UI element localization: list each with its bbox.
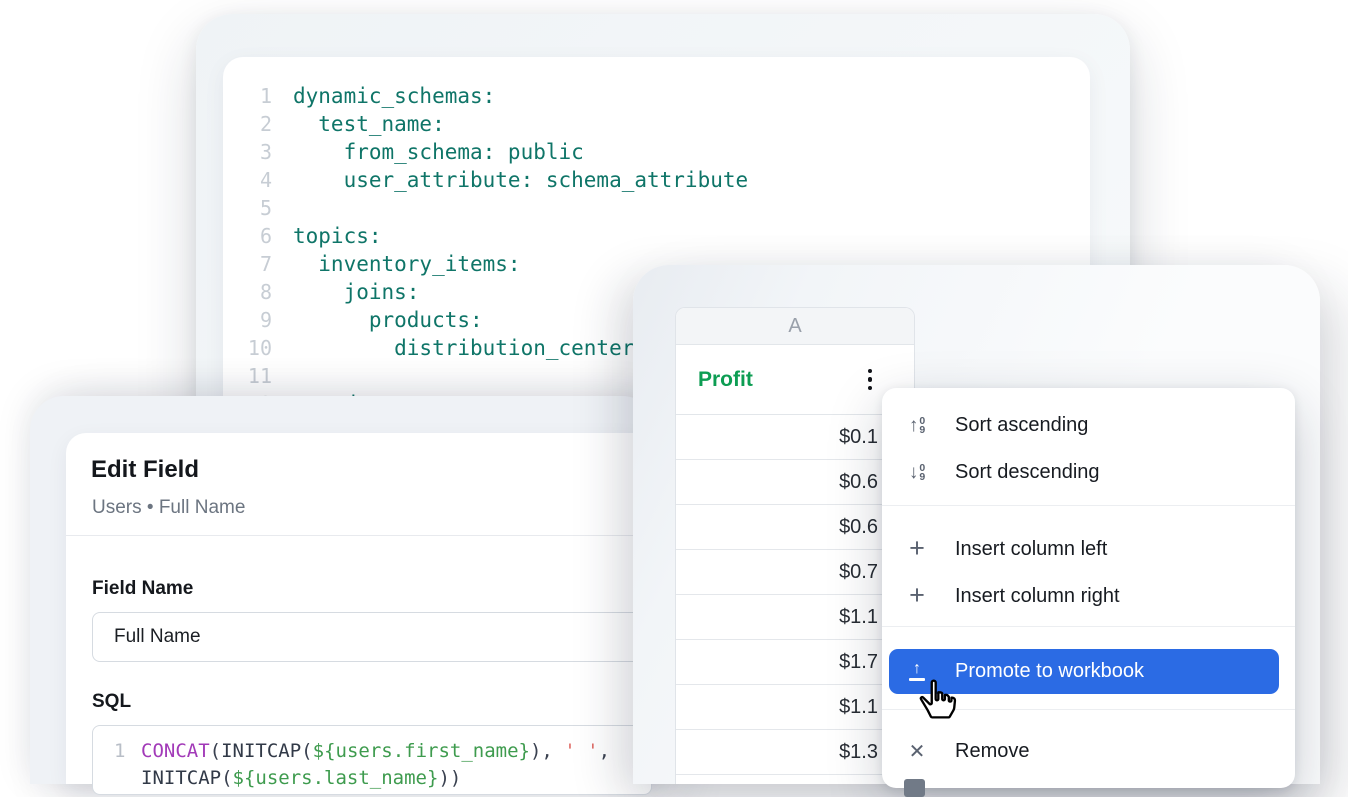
sql-line-number: 1 xyxy=(93,738,140,765)
code-text: user_attribute: schema_attribute xyxy=(293,166,748,194)
table-row[interactable]: $0.7 xyxy=(676,550,914,595)
edit-field-modal: Edit Field Users • Full Name Field Name … xyxy=(66,433,656,784)
modal-title: Edit Field xyxy=(91,456,199,484)
line-number: 4 xyxy=(223,166,272,194)
code-text: dynamic_schemas: xyxy=(293,82,495,110)
menu-divider xyxy=(882,626,1295,627)
promote-icon: ↑ xyxy=(904,662,930,681)
menu-item-sort-descending[interactable]: ↓09 Sort descending xyxy=(882,449,1295,496)
menu-item-insert-column-left[interactable]: + Insert column left xyxy=(882,526,1295,573)
code-text: joins: xyxy=(293,278,419,306)
sql-label: SQL xyxy=(92,691,131,713)
cell-value: $0.7 xyxy=(839,561,878,584)
kebab-menu-icon[interactable] xyxy=(864,363,877,397)
menu-item-remove[interactable]: ✕ Remove xyxy=(882,728,1295,775)
sql-token: ${users.first_name} xyxy=(313,740,530,762)
remove-icon: ✕ xyxy=(904,739,930,764)
sql-token: ' ' xyxy=(564,740,598,762)
sql-editor[interactable]: 1 CONCAT(INITCAP(${users.first_name}), '… xyxy=(92,725,652,795)
code-line: 6 topics: xyxy=(223,222,1090,250)
menu-divider xyxy=(882,505,1295,506)
code-text: products: xyxy=(293,306,483,334)
column-header-row[interactable]: Profit xyxy=(676,345,914,415)
canvas: { "code_editor": { "lines": [ {"num":"1"… xyxy=(0,0,1348,784)
cell-value: $0.6 xyxy=(839,471,878,494)
sql-token: , xyxy=(599,740,610,762)
sql-token: ( xyxy=(301,740,312,762)
line-number: 2 xyxy=(223,110,272,138)
column-cells: $0.1 $0.6 $0.6 $0.7 $1.1 $1.7 $1.1 xyxy=(676,415,914,775)
cell-value: $1.3 xyxy=(839,741,878,764)
sql-token: ), xyxy=(530,740,564,762)
menu-item-promote-to-workbook[interactable]: ↑ Promote to workbook xyxy=(889,649,1279,694)
sql-code-line: INITCAP(${users.last_name})) xyxy=(93,765,651,792)
menu-item-sort-ascending[interactable]: ↑09 Sort ascending xyxy=(882,402,1295,449)
partial-menu-item-icon xyxy=(904,779,925,797)
code-line: 5 xyxy=(223,194,1090,222)
field-name-input[interactable] xyxy=(92,612,652,662)
table-row[interactable]: $1.1 xyxy=(676,595,914,640)
line-number: 9 xyxy=(223,306,272,334)
sql-token: ( xyxy=(210,740,221,762)
cell-value: $1.1 xyxy=(839,606,878,629)
cell-value: $0.1 xyxy=(839,426,878,449)
cell-value: $0.6 xyxy=(839,516,878,539)
code-text: inventory_items: xyxy=(293,250,521,278)
line-number: 3 xyxy=(223,138,272,166)
spreadsheet-column-card: A Profit $0.1 $0.6 $0.6 $0.7 $1.1 xyxy=(675,307,915,784)
sql-token: INITCAP xyxy=(221,740,301,762)
sql-token: )) xyxy=(438,767,461,789)
menu-item-insert-column-right[interactable]: + Insert column right xyxy=(882,573,1295,620)
code-line: 1 dynamic_schemas: xyxy=(223,82,1090,110)
sql-token: INITCAP xyxy=(141,767,221,789)
context-menu: ↑09 Sort ascending ↓09 Sort descending +… xyxy=(882,388,1295,788)
table-row[interactable]: $1.1 xyxy=(676,685,914,730)
code-text: distribution_centers: xyxy=(293,334,660,362)
column-header-label: Profit xyxy=(698,368,753,392)
code-line: 3 from_schema: public xyxy=(223,138,1090,166)
sort-descending-icon: ↓09 xyxy=(904,463,930,482)
line-number: 11 xyxy=(223,362,272,390)
code-line: 4 user_attribute: schema_attribute xyxy=(223,166,1090,194)
code-text: test_name: xyxy=(293,110,445,138)
modal-breadcrumb: Users • Full Name xyxy=(92,497,245,519)
sql-code-line: 1 CONCAT(INITCAP(${users.first_name}), '… xyxy=(93,738,651,765)
plus-icon: + xyxy=(904,536,930,560)
code-text: topics: xyxy=(293,222,382,250)
sql-token: ${users.last_name} xyxy=(233,767,439,789)
menu-divider xyxy=(882,709,1295,710)
field-name-label: Field Name xyxy=(92,578,193,600)
sql-token: ( xyxy=(221,767,232,789)
line-number: 5 xyxy=(223,194,272,222)
line-number: 1 xyxy=(223,82,272,110)
line-number: 7 xyxy=(223,250,272,278)
modal-divider xyxy=(66,535,656,536)
sort-ascending-icon: ↑09 xyxy=(904,416,930,435)
code-text: from_schema: public xyxy=(293,138,584,166)
table-row[interactable]: $1.3 xyxy=(676,730,914,775)
plus-icon: + xyxy=(904,583,930,607)
column-letter-header[interactable]: A xyxy=(676,308,914,345)
table-row[interactable]: $1.7 xyxy=(676,640,914,685)
table-row[interactable]: $0.6 xyxy=(676,460,914,505)
line-number: 10 xyxy=(223,334,272,362)
cell-value: $1.1 xyxy=(839,696,878,719)
table-row[interactable] xyxy=(676,775,914,784)
sql-token: CONCAT xyxy=(141,740,210,762)
line-number: 6 xyxy=(223,222,272,250)
code-line: 2 test_name: xyxy=(223,110,1090,138)
table-row[interactable]: $0.1 xyxy=(676,415,914,460)
table-row[interactable]: $0.6 xyxy=(676,505,914,550)
line-number: 8 xyxy=(223,278,272,306)
cell-value: $1.7 xyxy=(839,651,878,674)
